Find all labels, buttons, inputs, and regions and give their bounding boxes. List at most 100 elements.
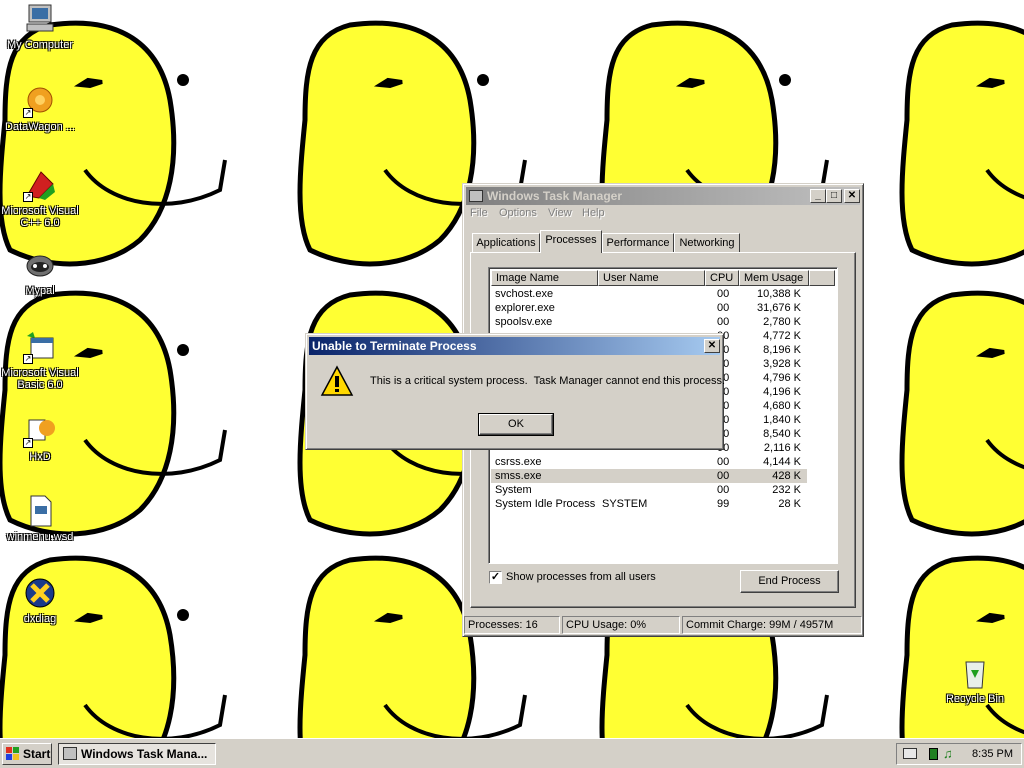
- network-icon[interactable]: [929, 748, 938, 760]
- smiley-face: [902, 293, 1024, 534]
- end-process-button[interactable]: End Process: [740, 570, 839, 593]
- process-mem: 8,196 K: [763, 344, 801, 356]
- column-header-image-name[interactable]: Image Name: [491, 270, 598, 286]
- dialog-close-button[interactable]: ✕: [704, 339, 720, 353]
- table-row-selected[interactable]: smss.exe 00 428 K: [491, 469, 807, 483]
- close-button[interactable]: ✕: [844, 189, 860, 203]
- shortcut-arrow-icon: ↗: [23, 192, 33, 202]
- dialog-titlebar[interactable]: Unable to Terminate Process ✕: [309, 337, 720, 355]
- desktop-icon-label: Microsoft Visual Basic 6.0: [1, 367, 79, 391]
- process-mem: 10,388 K: [756, 288, 801, 300]
- shortcut-arrow-icon: ↗: [23, 438, 33, 448]
- process-mem: 4,796 K: [763, 372, 801, 384]
- minimize-button[interactable]: _: [810, 189, 826, 203]
- status-commit-charge: Commit Charge: 99M / 4957M: [682, 616, 862, 634]
- process-user: SYSTEM: [602, 498, 648, 510]
- process-mem: 4,144 K: [763, 456, 801, 468]
- start-button[interactable]: Start: [2, 743, 52, 765]
- show-all-users-checkbox[interactable]: ✓: [489, 571, 502, 584]
- dialog-title: Unable to Terminate Process: [312, 339, 477, 353]
- ok-button[interactable]: OK: [478, 413, 554, 436]
- desktop-icon-recycle-bin[interactable]: Recycle Bin: [935, 656, 1015, 705]
- shortcut-arrow-icon: ↗: [23, 354, 33, 364]
- process-cpu: 00: [717, 456, 730, 468]
- dialog-message: This is a critical system process. Task …: [370, 375, 725, 387]
- tab-applications[interactable]: Applications: [472, 233, 540, 253]
- process-mem: 2,116 K: [763, 442, 801, 454]
- shortcut-arrow-icon: ↗: [23, 108, 33, 118]
- table-row[interactable]: svchost.exe 00 10,388 K: [491, 287, 807, 301]
- my-computer-icon: [23, 2, 57, 36]
- process-mem: 3,928 K: [763, 358, 801, 370]
- document-icon: [23, 494, 57, 528]
- process-mem: 4,772 K: [763, 330, 801, 342]
- table-row[interactable]: explorer.exe 00 31,676 K: [491, 301, 807, 315]
- desktop-icon-label: HxD: [29, 451, 51, 463]
- desktop-icon-visual-cpp[interactable]: ↗ Microsoft Visual C++ 6.0: [0, 168, 80, 229]
- process-name: spoolsv.exe: [495, 316, 553, 328]
- start-label: Start: [23, 747, 51, 761]
- process-cpu: 00: [717, 302, 730, 314]
- process-cpu: 00: [717, 470, 730, 482]
- process-name: System: [495, 484, 532, 496]
- process-mem: 2,780 K: [763, 316, 801, 328]
- process-name: smss.exe: [495, 470, 542, 482]
- keyboard-icon[interactable]: [903, 748, 917, 759]
- taskbar: Start Windows Task Mana... ♫ 8:35 PM: [0, 738, 1024, 768]
- visual-basic-icon: ↗: [23, 330, 57, 364]
- desktop-icon-datawagon[interactable]: ↗ DataWagon ...: [0, 84, 80, 133]
- column-header-cpu[interactable]: CPU: [705, 270, 739, 286]
- tab-processes[interactable]: Processes: [540, 230, 602, 253]
- maximize-button[interactable]: □: [826, 189, 842, 203]
- menu-view[interactable]: View: [548, 207, 572, 219]
- datawagon-icon: ↗: [23, 84, 57, 118]
- desktop-icon-label: Microsoft Visual C++ 6.0: [1, 205, 79, 229]
- menu-file[interactable]: File: [470, 207, 488, 219]
- windows-logo-icon: [6, 747, 20, 761]
- window-title: Windows Task Manager: [487, 189, 623, 203]
- process-cpu: 00: [717, 288, 730, 300]
- desktop-icon-label: dxdiag: [23, 613, 57, 625]
- desktop-icon-winmenu[interactable]: winmenu.wsd: [0, 494, 80, 543]
- dxdiag-icon: [23, 576, 57, 610]
- desktop-icon-mypal[interactable]: Mypal: [0, 248, 80, 297]
- process-name: svchost.exe: [495, 288, 554, 300]
- menu-bar: File Options View Help: [470, 207, 670, 223]
- error-dialog: Unable to Terminate Process ✕ This is a …: [305, 333, 725, 450]
- process-cpu: 99: [717, 498, 730, 510]
- tab-networking[interactable]: Networking: [674, 233, 740, 253]
- tab-performance[interactable]: Performance: [602, 233, 674, 253]
- taskbar-button-task-manager[interactable]: Windows Task Mana...: [58, 743, 216, 765]
- table-row[interactable]: System Idle Process SYSTEM 99 28 K: [491, 497, 807, 511]
- clock[interactable]: 8:35 PM: [972, 744, 1013, 764]
- desktop-icon-visual-basic[interactable]: ↗ Microsoft Visual Basic 6.0: [0, 330, 80, 391]
- process-cpu: 00: [717, 484, 730, 496]
- table-row[interactable]: System 00 232 K: [491, 483, 807, 497]
- column-header-user-name[interactable]: User Name: [598, 270, 705, 286]
- table-row[interactable]: spoolsv.exe 00 2,780 K: [491, 315, 807, 329]
- menu-help[interactable]: Help: [582, 207, 605, 219]
- smiley-face: [902, 558, 1024, 738]
- hxd-icon: ↗: [23, 414, 57, 448]
- table-row[interactable]: csrss.exe 00 4,144 K: [491, 455, 807, 469]
- task-manager-titlebar[interactable]: Windows Task Manager _ □ ✕: [466, 187, 860, 205]
- column-header-mem-usage[interactable]: Mem Usage: [739, 270, 809, 286]
- process-mem: 31,676 K: [756, 302, 801, 314]
- desktop-icon-my-computer[interactable]: My Computer: [0, 2, 80, 51]
- speaker-icon[interactable]: ♫: [943, 747, 953, 761]
- mypal-icon: [23, 248, 57, 282]
- desktop-icon-hxd[interactable]: ↗ HxD: [0, 414, 80, 463]
- process-mem: 428 K: [772, 470, 801, 482]
- desktop-icon-label: DataWagon ...: [5, 121, 75, 133]
- process-mem: 1,840 K: [763, 414, 801, 426]
- desktop-icon-label: My Computer: [6, 39, 74, 51]
- visual-cpp-icon: ↗: [23, 168, 57, 202]
- taskbar-button-label: Windows Task Mana...: [81, 747, 208, 761]
- show-all-users-label: Show processes from all users: [506, 571, 656, 583]
- menu-options[interactable]: Options: [499, 207, 537, 219]
- process-name: System Idle Process: [495, 498, 596, 510]
- task-manager-icon: [63, 747, 77, 760]
- process-mem: 4,680 K: [763, 400, 801, 412]
- desktop-icon-dxdiag[interactable]: dxdiag: [0, 576, 80, 625]
- process-mem: 232 K: [772, 484, 801, 496]
